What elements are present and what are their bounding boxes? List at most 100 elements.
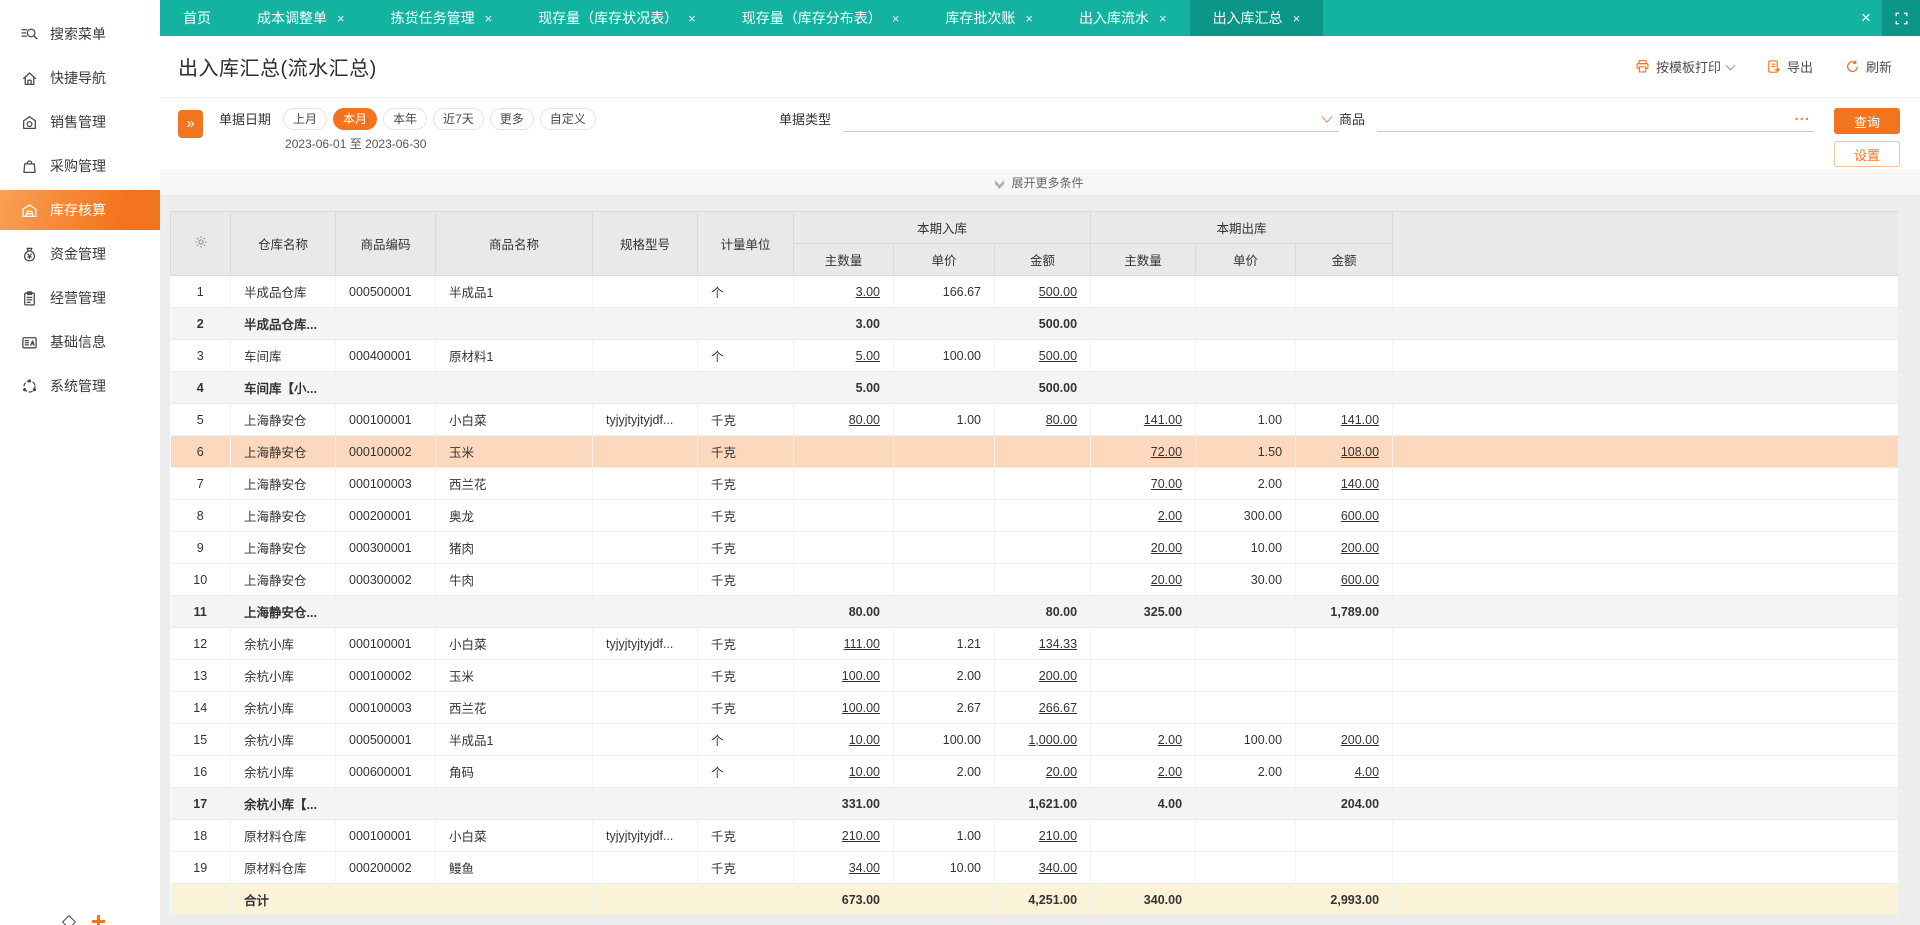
table-row[interactable]: 14 余杭小库 000100003 西兰花 千克 100.00 2.67 266.67: [170, 691, 1898, 724]
table-row[interactable]: 19 原材料仓库 000200002 鳗鱼 千克 34.00 10.00 340.00: [170, 851, 1898, 884]
collapse-menu-icon[interactable]: [61, 914, 77, 925]
in-amount-link[interactable]: 20.00: [1046, 765, 1077, 779]
in-qty-link[interactable]: 100.00: [842, 701, 880, 715]
gear-icon[interactable]: [194, 236, 208, 252]
out-qty-link[interactable]: 141.00: [1144, 413, 1182, 427]
range-pill-自定义[interactable]: 自定义: [539, 108, 596, 130]
in-amount-link[interactable]: 134.33: [1039, 637, 1077, 651]
more-options-icon[interactable]: ...: [1794, 107, 1810, 125]
refresh-button[interactable]: 刷新: [1845, 57, 1892, 76]
table-row[interactable]: 合计 673.00 4,251.00 340.00 2,993.00: [170, 883, 1898, 916]
tab-close-icon[interactable]: ×: [688, 11, 696, 26]
range-pill-本年[interactable]: 本年: [383, 108, 428, 130]
in-qty-link[interactable]: 34.00: [849, 861, 880, 875]
table-row[interactable]: 13 余杭小库 000100002 玉米 千克 100.00 2.00 200.00: [170, 659, 1898, 692]
sidebar-item-purchase-bag[interactable]: 采购管理: [0, 146, 160, 186]
tab-close-icon[interactable]: ×: [485, 11, 493, 26]
tab-出入库流水[interactable]: 出入库流水 ×: [1056, 0, 1190, 36]
out-qty-link[interactable]: 2.00: [1158, 733, 1182, 747]
out-amount-link[interactable]: 141.00: [1341, 413, 1379, 427]
date-range-value[interactable]: 2023-06-01 至 2023-06-30: [283, 135, 596, 152]
in-qty-link[interactable]: 111.00: [844, 637, 880, 651]
tab-出入库汇总[interactable]: 出入库汇总 ×: [1189, 0, 1324, 36]
range-pill-近7天[interactable]: 近7天: [433, 108, 484, 130]
in-amount-link[interactable]: 500.00: [1039, 285, 1077, 299]
table-row[interactable]: 15 余杭小库 000500001 半成品1 个 10.00 100.00 1,000.00 2…: [170, 723, 1898, 756]
in-amount-link[interactable]: 1,000.00: [1028, 733, 1077, 747]
out-qty-link[interactable]: 20.00: [1151, 541, 1182, 555]
tab-拣货任务管理[interactable]: 拣货任务管理 ×: [368, 0, 516, 36]
in-qty-link[interactable]: 3.00: [856, 285, 880, 299]
table-row[interactable]: 9 上海静安仓 000300001 猪肉 千克 20.00 10.00 200.00: [170, 531, 1898, 564]
table-row[interactable]: 10 上海静安仓 000300002 牛肉 千克 20.00 30.00 600.00: [170, 563, 1898, 596]
table-row[interactable]: 3 车间库 000400001 原材料1 个 5.00 100.00 500.00: [170, 339, 1898, 372]
table-row[interactable]: 11 上海静安仓... 80.00 80.00 325.00 1,789.00: [170, 595, 1898, 628]
export-button[interactable]: 导出: [1766, 57, 1813, 76]
tab-现存量（库存状况表）[interactable]: 现存量（库存状况表） ×: [515, 0, 719, 36]
in-amount-link[interactable]: 210.00: [1039, 829, 1077, 843]
tab-库存批次账[interactable]: 库存批次账 ×: [922, 0, 1056, 36]
quick-add-icon[interactable]: [92, 915, 105, 925]
sidebar-item-basic-info-card[interactable]: 基础信息: [0, 322, 160, 362]
in-qty-link[interactable]: 5.00: [856, 349, 880, 363]
range-pill-本月[interactable]: 本月: [333, 108, 378, 130]
in-qty-link[interactable]: 210.00: [842, 829, 880, 843]
sidebar-item-nav-home[interactable]: 快捷导航: [0, 58, 160, 98]
table-row[interactable]: 6 上海静安仓 000100002 玉米 千克 72.00 1.50 108.00: [170, 435, 1898, 468]
table-row[interactable]: 5 上海静安仓 000100001 小白菜 tyjyjtyjtyjdf... 千克 80.0…: [170, 403, 1898, 436]
table-row[interactable]: 7 上海静安仓 000100003 西兰花 千克 70.00 2.00 140.00: [170, 467, 1898, 500]
fullscreen-icon[interactable]: [1882, 0, 1920, 36]
out-qty-link[interactable]: 2.00: [1158, 765, 1182, 779]
sidebar-item-business-clipboard[interactable]: 经营管理: [0, 278, 160, 318]
range-pill-更多[interactable]: 更多: [489, 108, 534, 130]
table-row[interactable]: 4 车间库【小... 5.00 500.00: [170, 371, 1898, 404]
out-qty-link[interactable]: 72.00: [1151, 445, 1182, 459]
table-row[interactable]: 2 半成品仓库... 3.00 500.00: [170, 307, 1898, 340]
sidebar-item-search[interactable]: 搜索菜单: [0, 14, 160, 54]
sidebar-item-system-circle[interactable]: 系统管理: [0, 366, 160, 406]
product-input[interactable]: ...: [1377, 107, 1814, 132]
in-amount-link[interactable]: 500.00: [1039, 349, 1077, 363]
out-qty-link[interactable]: 20.00: [1151, 573, 1182, 587]
table-row[interactable]: 18 原材料仓库 000100001 小白菜 tyjyjtyjtyjdf... 千克 210…: [170, 819, 1898, 852]
close-window-icon[interactable]: ×: [1850, 0, 1882, 36]
table-row[interactable]: 8 上海静安仓 000200001 奥龙 千克 2.00 300.00 600.00: [170, 499, 1898, 532]
out-amount-link[interactable]: 4.00: [1355, 765, 1379, 779]
table-row[interactable]: 12 余杭小库 000100001 小白菜 tyjyjtyjtyjdf... 千克 111.…: [170, 627, 1898, 660]
tab-close-icon[interactable]: ×: [1159, 11, 1167, 26]
out-amount-link[interactable]: 600.00: [1341, 509, 1379, 523]
table-row[interactable]: 16 余杭小库 000600001 角码 个 10.00 2.00 20.00 2.00 2.00…: [170, 755, 1898, 788]
in-amount-link[interactable]: 80.00: [1046, 413, 1077, 427]
tab-close-icon[interactable]: ×: [1293, 11, 1301, 26]
tab-成本调整单[interactable]: 成本调整单 ×: [234, 0, 368, 36]
range-pill-上月[interactable]: 上月: [283, 108, 328, 130]
tab-close-icon[interactable]: ×: [1025, 11, 1033, 26]
in-amount-link[interactable]: 266.67: [1039, 701, 1077, 715]
query-button[interactable]: 查询: [1834, 108, 1900, 134]
in-amount-link[interactable]: 340.00: [1039, 861, 1077, 875]
doc-type-select[interactable]: [843, 108, 1339, 132]
tab-close-icon[interactable]: ×: [337, 11, 345, 26]
collapse-filter-button[interactable]: »: [178, 110, 203, 138]
in-qty-link[interactable]: 100.00: [842, 669, 880, 683]
in-qty-link[interactable]: 10.00: [849, 733, 880, 747]
table-row[interactable]: 1 半成品仓库 000500001 半成品1 个 3.00 166.67 500.00: [170, 275, 1898, 308]
out-amount-link[interactable]: 600.00: [1341, 573, 1379, 587]
print-by-template-button[interactable]: 按模板打印: [1635, 57, 1736, 76]
out-qty-link[interactable]: 2.00: [1158, 509, 1182, 523]
tab-首页[interactable]: 首页: [160, 0, 234, 36]
table-row[interactable]: 17 余杭小库【... 331.00 1,621.00 4.00 204.00: [170, 787, 1898, 820]
out-amount-link[interactable]: 108.00: [1341, 445, 1379, 459]
sidebar-item-inventory-warehouse[interactable]: 库存核算: [0, 190, 160, 230]
in-amount-link[interactable]: 200.00: [1039, 669, 1077, 683]
out-amount-link[interactable]: 200.00: [1341, 541, 1379, 555]
out-amount-link[interactable]: 200.00: [1341, 733, 1379, 747]
settings-button[interactable]: 设置: [1834, 141, 1900, 167]
out-amount-link[interactable]: 140.00: [1341, 477, 1379, 491]
in-qty-link[interactable]: 10.00: [849, 765, 880, 779]
tab-close-icon[interactable]: ×: [892, 11, 900, 26]
expand-more-conditions[interactable]: 展开更多条件: [160, 169, 1920, 195]
sidebar-item-funds-pouch[interactable]: 资金管理: [0, 234, 160, 274]
sidebar-item-sales[interactable]: 销售管理: [0, 102, 160, 142]
in-qty-link[interactable]: 80.00: [849, 413, 880, 427]
